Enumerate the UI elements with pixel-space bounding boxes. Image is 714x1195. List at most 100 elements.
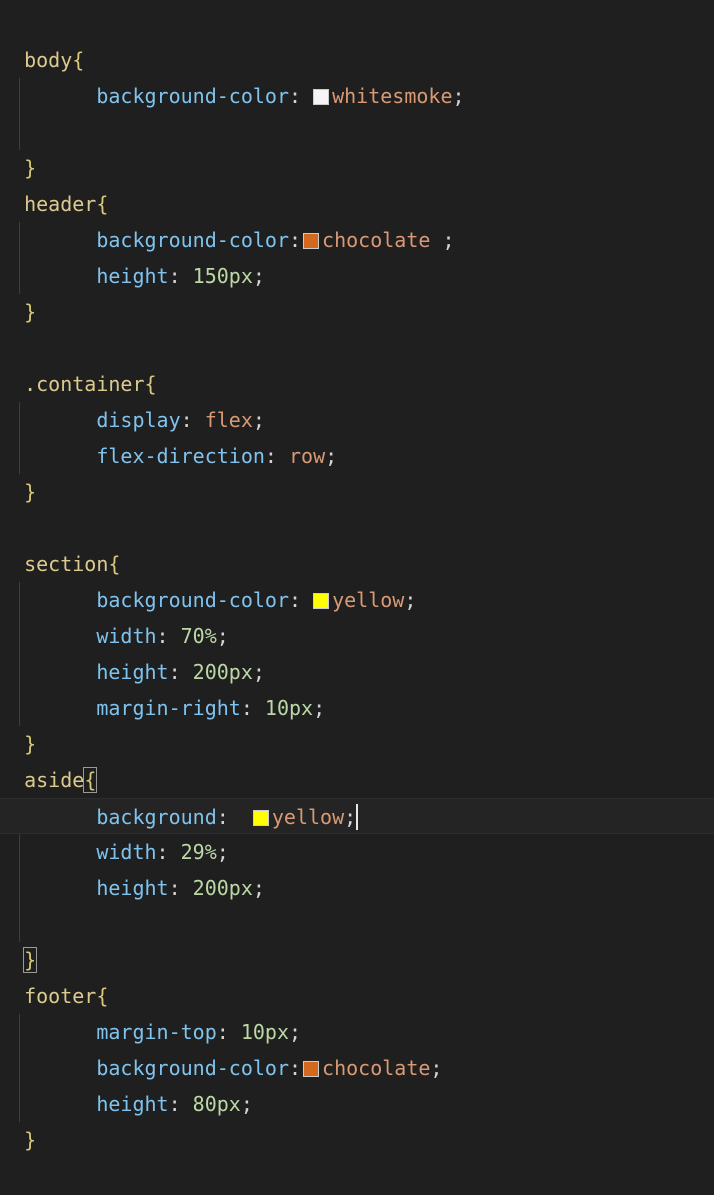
code-line[interactable]: height: 80px; xyxy=(0,1086,714,1122)
property-value: 10px xyxy=(264,696,314,720)
property-name: background-color xyxy=(96,588,289,612)
code-line[interactable]: height: 150px; xyxy=(0,258,714,294)
code-line[interactable]: width: 70%; xyxy=(0,618,714,654)
semicolon: ; xyxy=(452,84,465,108)
code-line[interactable] xyxy=(0,510,714,546)
property-value: 70% xyxy=(180,624,217,648)
colon: : xyxy=(288,84,302,108)
code-line[interactable]: .container{ xyxy=(0,366,714,402)
code-line[interactable]: footer{ xyxy=(0,978,714,1014)
property-name: flex-direction xyxy=(96,444,265,468)
code-line[interactable]: width: 29%; xyxy=(0,834,714,870)
property-value: 80px xyxy=(192,1092,241,1116)
close-brace: } xyxy=(24,1128,37,1152)
code-line[interactable]: } xyxy=(0,474,714,510)
open-brace: { xyxy=(72,48,85,72)
close-brace: } xyxy=(24,732,37,756)
property-name: margin-right xyxy=(96,696,241,720)
colon: : xyxy=(168,876,181,900)
code-line[interactable]: background-color: chocolate; xyxy=(0,1050,714,1086)
open-brace: { xyxy=(108,552,121,576)
semicolon: ; xyxy=(430,1056,443,1080)
semicolon: ; xyxy=(430,228,455,252)
close-brace: } xyxy=(24,300,37,324)
open-brace-matched: { xyxy=(83,767,98,793)
property-name: margin-top xyxy=(96,1020,217,1044)
property-name: height xyxy=(96,876,169,900)
active-code-line[interactable]: background: yellow; xyxy=(0,798,714,834)
code-line[interactable]: } xyxy=(0,942,714,978)
semicolon: ; xyxy=(289,1020,302,1044)
colon: : xyxy=(288,228,302,252)
property-name: background-color xyxy=(96,1056,289,1080)
code-editor[interactable]: body{ background-color: whitesmoke; } he… xyxy=(0,0,714,1195)
property-name: background xyxy=(96,805,217,829)
color-swatch-chocolate[interactable] xyxy=(303,1061,320,1077)
code-line[interactable] xyxy=(0,114,714,150)
semicolon: ; xyxy=(216,624,229,648)
open-brace: { xyxy=(96,984,109,1008)
code-line[interactable]: height: 200px; xyxy=(0,654,714,690)
semicolon: ; xyxy=(216,840,229,864)
property-value: 29% xyxy=(180,840,217,864)
semicolon: ; xyxy=(252,660,265,684)
semicolon: ; xyxy=(252,408,265,432)
property-name: background-color xyxy=(96,228,289,252)
property-name: background-color xyxy=(96,84,289,108)
code-line[interactable]: margin-right: 10px; xyxy=(0,690,714,726)
code-line[interactable]: body{ xyxy=(0,42,714,78)
colon: : xyxy=(288,1056,302,1080)
code-line[interactable] xyxy=(0,906,714,942)
code-line[interactable]: background-color: whitesmoke; xyxy=(0,78,714,114)
property-name: width xyxy=(96,624,157,648)
close-brace: } xyxy=(24,480,37,504)
colon: : xyxy=(168,660,181,684)
property-value: 200px xyxy=(192,876,253,900)
color-swatch-chocolate[interactable] xyxy=(303,233,320,249)
code-line[interactable]: } xyxy=(0,150,714,186)
colon: : xyxy=(240,696,253,720)
semicolon: ; xyxy=(252,264,265,288)
property-value: 150px xyxy=(192,264,253,288)
color-swatch-yellow[interactable] xyxy=(313,593,330,609)
text-cursor xyxy=(356,804,359,830)
code-line[interactable]: header{ xyxy=(0,186,714,222)
semicolon: ; xyxy=(404,588,417,612)
color-swatch-whitesmoke[interactable] xyxy=(313,89,330,105)
property-value: flex xyxy=(204,408,253,432)
code-line[interactable]: } xyxy=(0,1122,714,1158)
code-line[interactable]: display: flex; xyxy=(0,402,714,438)
colon: : xyxy=(264,444,277,468)
close-brace: } xyxy=(24,156,37,180)
code-line[interactable]: } xyxy=(0,294,714,330)
property-name: display xyxy=(96,408,181,432)
colon: : xyxy=(288,588,302,612)
code-line[interactable]: aside{ xyxy=(0,762,714,798)
code-line[interactable]: height: 200px; xyxy=(0,870,714,906)
code-line[interactable]: margin-top: 10px; xyxy=(0,1014,714,1050)
colon: : xyxy=(156,624,169,648)
colon: : xyxy=(216,1020,229,1044)
semicolon: ; xyxy=(240,1092,253,1116)
property-name: height xyxy=(96,1092,169,1116)
selector-footer: footer xyxy=(24,984,97,1008)
open-brace: { xyxy=(96,192,109,216)
colon: : xyxy=(216,805,229,829)
code-line[interactable]: background-color: yellow; xyxy=(0,582,714,618)
color-swatch-yellow[interactable] xyxy=(252,810,269,826)
semicolon: ; xyxy=(344,805,357,829)
property-value: chocolate xyxy=(322,1056,431,1080)
selector-body: body xyxy=(24,48,73,72)
code-line[interactable]: flex-direction: row; xyxy=(0,438,714,474)
property-name: width xyxy=(96,840,157,864)
property-name: height xyxy=(96,660,169,684)
property-value: whitesmoke xyxy=(332,84,453,108)
selector-header: header xyxy=(24,192,97,216)
semicolon: ; xyxy=(325,444,338,468)
property-value: 10px xyxy=(240,1020,290,1044)
code-line[interactable]: background-color: chocolate ; xyxy=(0,222,714,258)
code-line[interactable]: } xyxy=(0,726,714,762)
code-line[interactable] xyxy=(0,330,714,366)
code-line[interactable]: section{ xyxy=(0,546,714,582)
colon: : xyxy=(156,840,169,864)
